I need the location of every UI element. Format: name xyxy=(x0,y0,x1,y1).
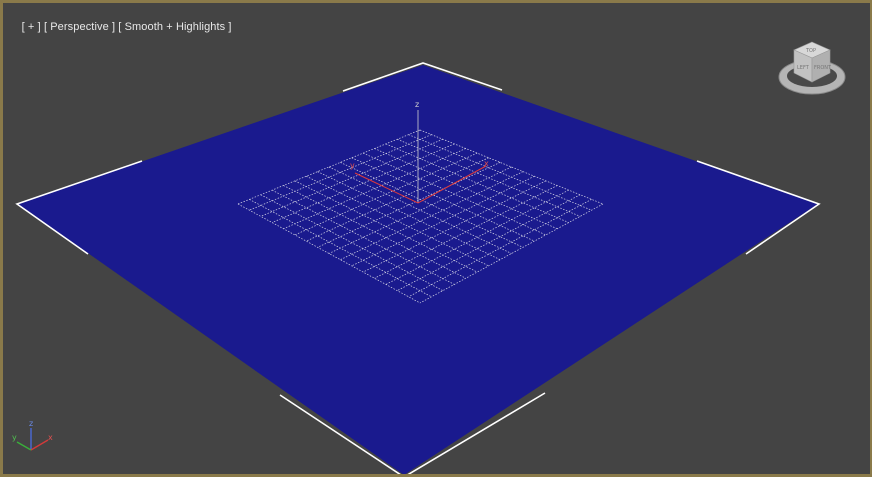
grid-x-label: x xyxy=(484,159,489,168)
viewcube-top-label: TOP xyxy=(805,48,816,54)
viewcube-front-label: FRONT xyxy=(814,65,832,71)
tripod-z-label: z xyxy=(29,419,33,428)
viewport-label-bar: [ + ] [ Perspective ] [ Smooth + Highlig… xyxy=(9,9,232,45)
tripod-y-label: y xyxy=(12,433,17,442)
perspective-viewport[interactable]: z y x TOP LEFT FRONT z x y [ + ] [ Persp… xyxy=(0,0,872,477)
viewcube[interactable]: TOP LEFT FRONT xyxy=(778,41,846,95)
tripod-x-label: x xyxy=(48,433,53,442)
axis-tripod: z x y xyxy=(12,419,53,451)
grid-z-label: z xyxy=(415,100,419,109)
viewport-plus-menu[interactable]: [ + ] xyxy=(22,21,41,33)
viewport-view-menu[interactable]: [ Perspective ] xyxy=(44,21,115,33)
viewcube-left-label: LEFT xyxy=(797,65,810,71)
grid-y-label: y xyxy=(350,161,355,170)
viewport-scene[interactable]: z y x TOP LEFT FRONT z x y xyxy=(0,0,872,477)
viewport-shading-menu[interactable]: [ Smooth + Highlights ] xyxy=(118,21,231,33)
